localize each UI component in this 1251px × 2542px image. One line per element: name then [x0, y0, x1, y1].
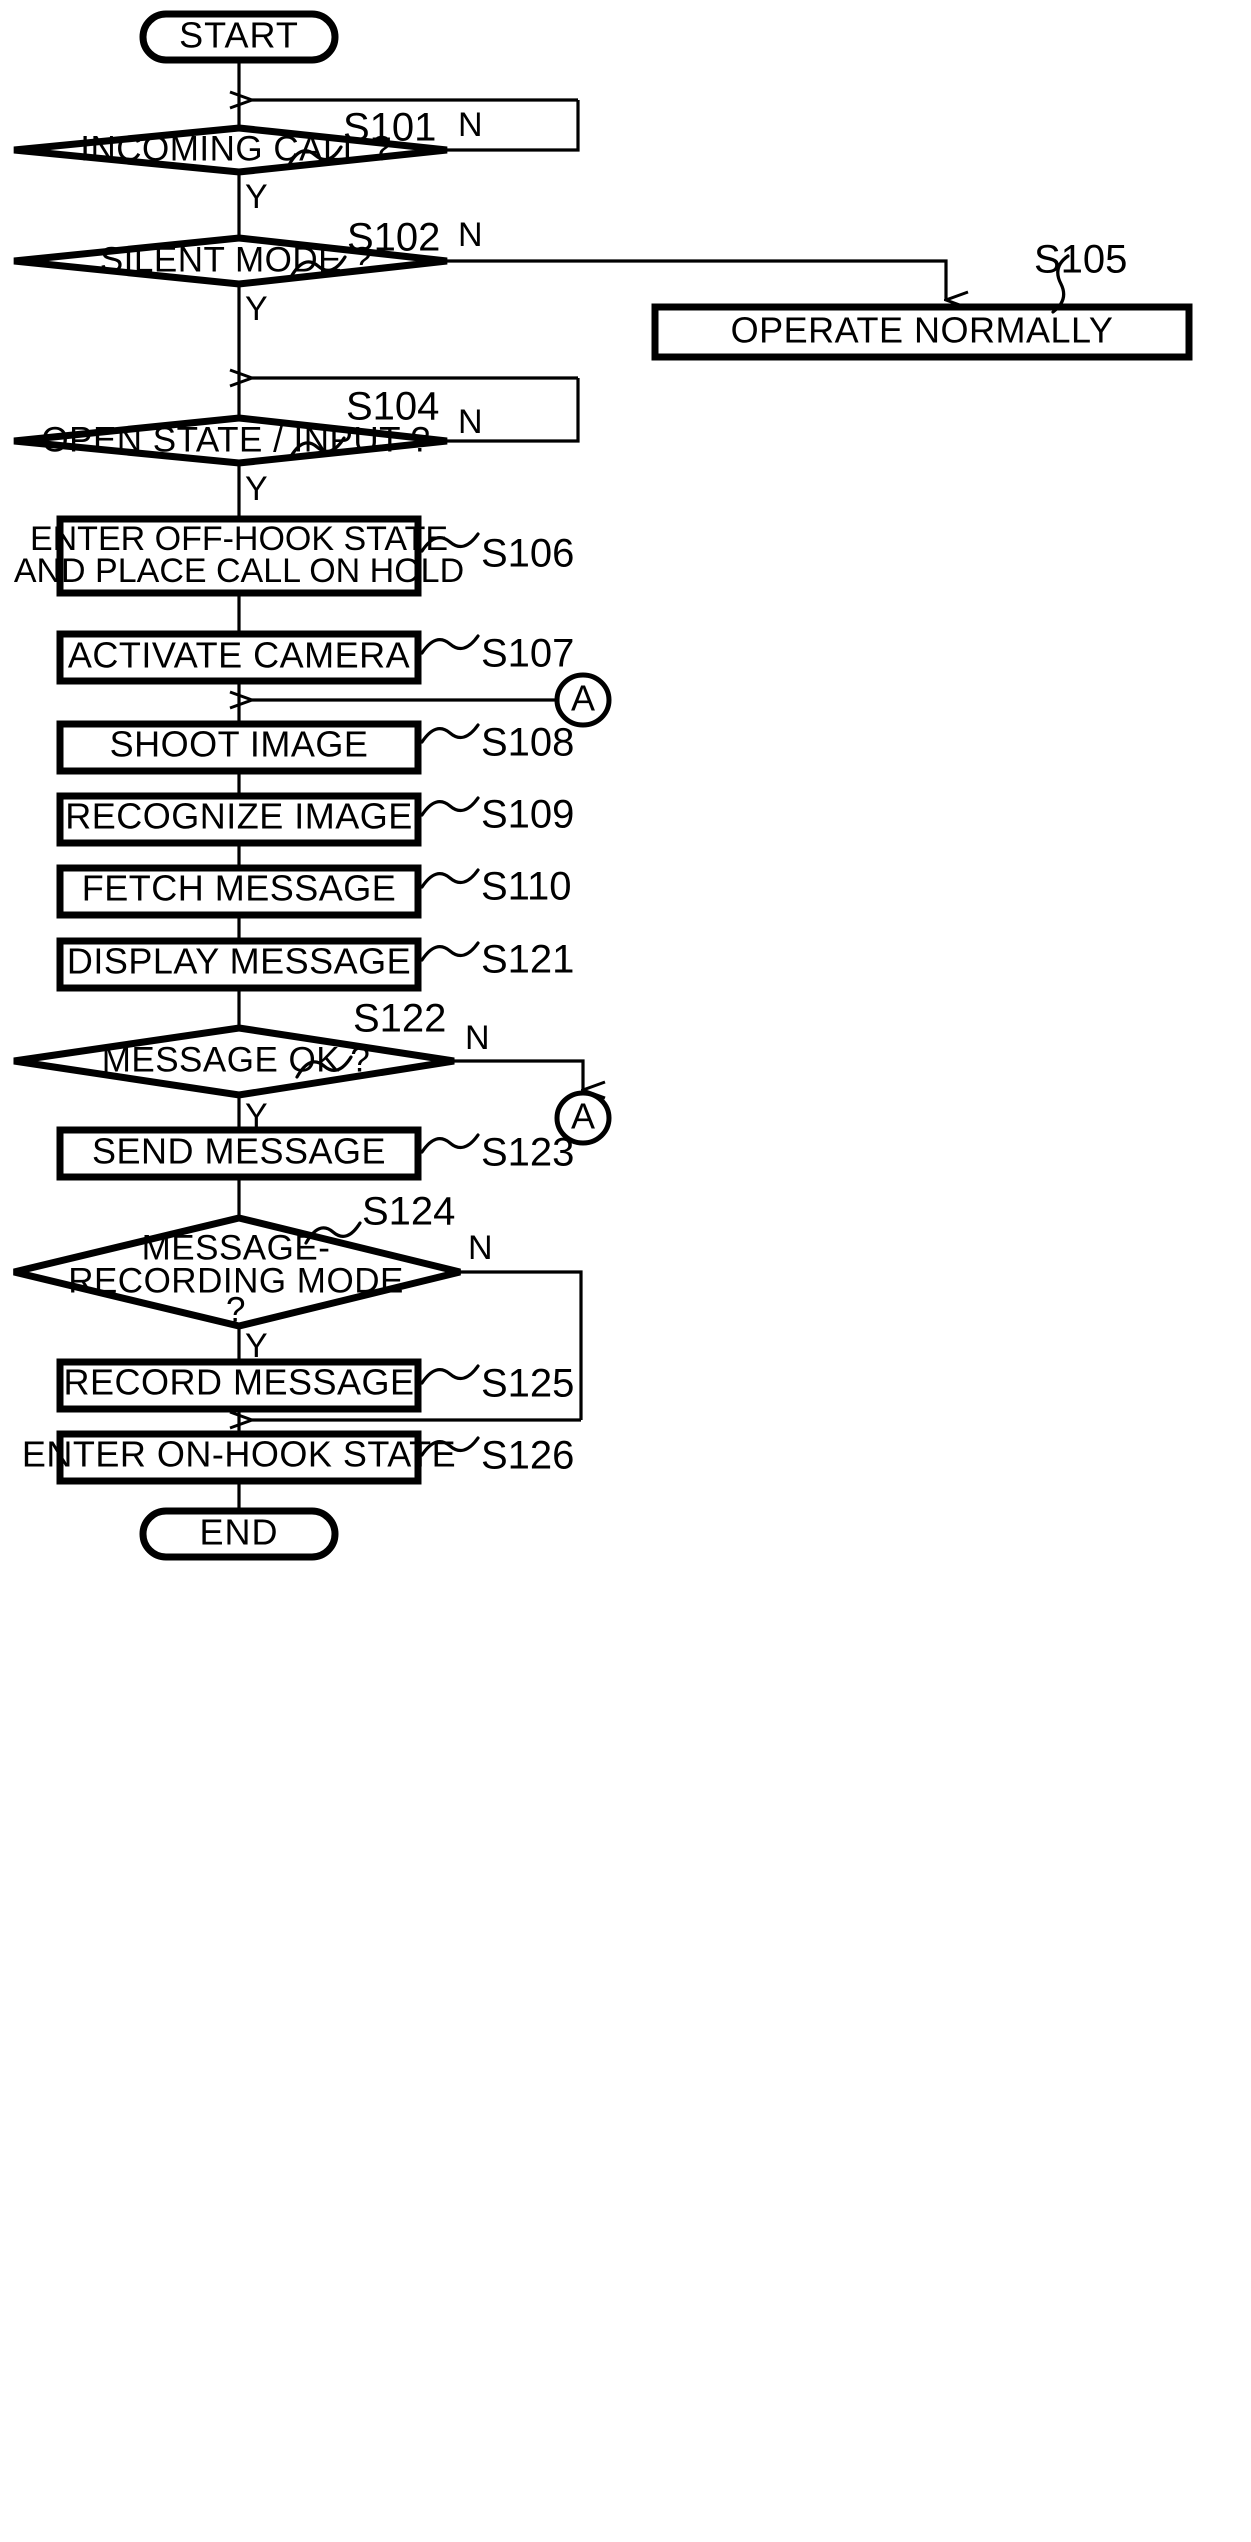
node-s102-label: SILENT MODE ? [100, 240, 372, 279]
node-s124[interactable]: MESSAGE- RECORDING MODE ? [13, 1214, 461, 1330]
node-end[interactable]: END [139, 1507, 339, 1561]
step-ref-s109: S109 [420, 793, 574, 837]
branch-label-s124-yes: Y [245, 1327, 268, 1365]
node-s110-label: FETCH MESSAGE [82, 868, 397, 909]
node-s124-label-line3: ? [226, 1290, 246, 1329]
step-ref-s107: S107 [420, 632, 574, 676]
branch-label-s122-yes: Y [245, 1097, 268, 1135]
node-s125-label: RECORD MESSAGE [63, 1362, 414, 1403]
flowchart-canvas: START INCOMING CALL ? SILENT MODE ? OPER… [0, 0, 1251, 2542]
step-ref-s108-label: S108 [481, 721, 574, 765]
step-ref-s121-label: S121 [481, 938, 574, 982]
branch-label-s101-yes: Y [245, 178, 268, 216]
node-s105-label: OPERATE NORMALLY [731, 310, 1114, 351]
node-s107-label: ACTIVATE CAMERA [68, 635, 410, 676]
node-s106-label-line2: AND PLACE CALL ON HOLD [14, 552, 464, 590]
step-ref-s126-label: S126 [481, 1434, 574, 1478]
connector-a-in-label: A [571, 678, 595, 719]
step-ref-s105-label: S105 [1034, 238, 1127, 282]
step-ref-s109-label: S109 [481, 793, 574, 837]
step-ref-s110: S110 [420, 865, 571, 909]
node-s105[interactable]: OPERATE NORMALLY [651, 303, 1193, 361]
connector-a-in-circle[interactable]: A [554, 672, 612, 728]
step-ref-s122-label: S122 [353, 997, 446, 1041]
node-s110[interactable]: FETCH MESSAGE [56, 864, 422, 919]
node-s123-label: SEND MESSAGE [92, 1131, 386, 1172]
branch-label-s102-no: N [458, 216, 483, 254]
edge-s102-no-to-s105 [447, 259, 946, 300]
node-s121[interactable]: DISPLAY MESSAGE [56, 937, 422, 992]
step-ref-s101-label: S101 [343, 106, 436, 150]
step-ref-s107-label: S107 [481, 632, 574, 676]
node-s108-label: SHOOT IMAGE [110, 724, 369, 765]
connector-a-out-label: A [571, 1096, 595, 1137]
step-ref-s110-label: S110 [481, 865, 571, 909]
node-s121-label: DISPLAY MESSAGE [67, 941, 411, 982]
node-s126-label: ENTER ON-HOOK STATE [22, 1434, 456, 1475]
step-ref-s123-label: S123 [481, 1131, 574, 1175]
node-s107[interactable]: ACTIVATE CAMERA [56, 630, 422, 685]
node-s125[interactable]: RECORD MESSAGE [56, 1358, 422, 1413]
branch-label-s101-no: N [458, 106, 483, 144]
node-s109[interactable]: RECOGNIZE IMAGE [56, 792, 422, 847]
step-ref-s125-label: S125 [481, 1362, 574, 1406]
branch-label-s104-no: N [458, 403, 483, 441]
node-s126[interactable]: ENTER ON-HOOK STATE [22, 1430, 456, 1485]
node-start[interactable]: START [139, 10, 339, 64]
node-s123[interactable]: SEND MESSAGE [56, 1126, 422, 1181]
branch-label-s124-no: N [468, 1229, 493, 1267]
branch-label-s104-yes: Y [245, 470, 268, 508]
step-ref-s124-label: S124 [362, 1190, 455, 1234]
branch-label-s122-no: N [465, 1019, 490, 1057]
step-ref-s121: S121 [420, 938, 574, 982]
node-s106[interactable]: ENTER OFF-HOOK STATE AND PLACE CALL ON H… [14, 515, 464, 597]
step-ref-s106-label: S106 [481, 532, 574, 576]
branch-label-s102-yes: Y [245, 290, 268, 328]
node-s122-label: MESSAGE OK ? [102, 1040, 371, 1079]
step-ref-s125: S125 [420, 1362, 574, 1406]
step-ref-s102-label: S102 [347, 216, 440, 260]
step-ref-s123: S123 [420, 1131, 574, 1175]
edge-s122-no-to-connector-a [454, 1059, 583, 1090]
node-s108[interactable]: SHOOT IMAGE [56, 720, 422, 775]
flowchart-svg: START INCOMING CALL ? SILENT MODE ? OPER… [13, 10, 1193, 1561]
node-end-label: END [199, 1512, 278, 1553]
step-ref-s104-label: S104 [346, 385, 439, 429]
step-ref-s105: S105 [1034, 238, 1127, 314]
node-s109-label: RECOGNIZE IMAGE [65, 796, 413, 837]
node-start-label: START [179, 15, 299, 56]
step-ref-s108: S108 [420, 721, 574, 765]
